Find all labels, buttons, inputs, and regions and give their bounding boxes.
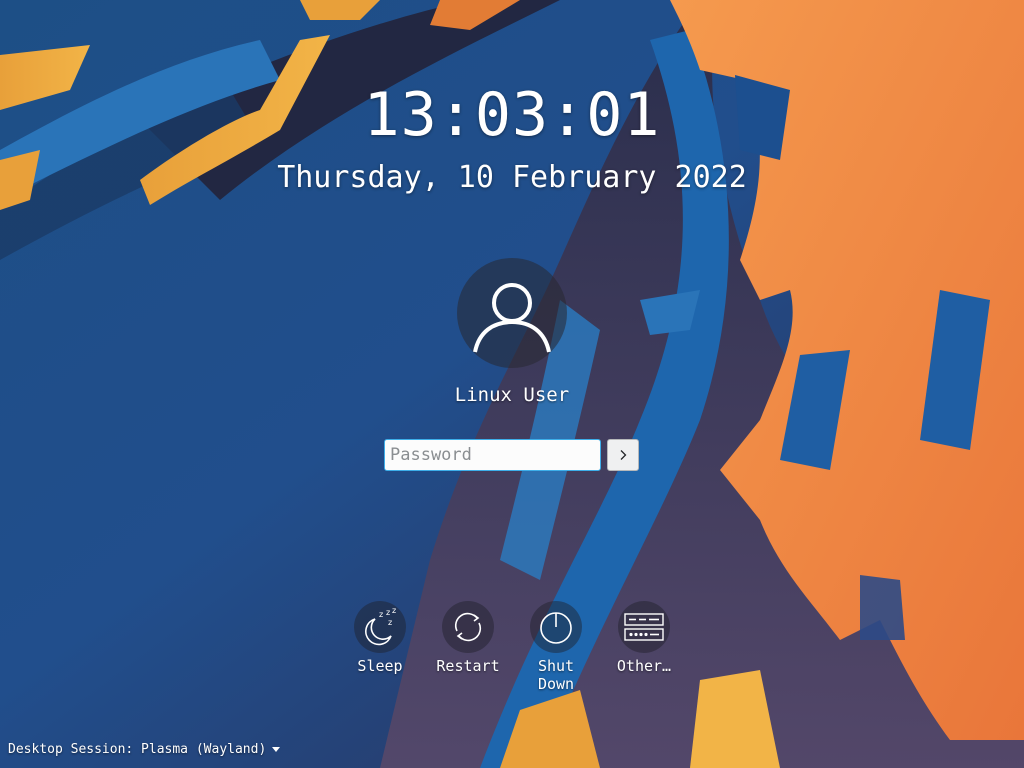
user-avatar-icon bbox=[473, 283, 551, 353]
svg-text:z: z bbox=[379, 610, 383, 619]
password-input[interactable] bbox=[384, 439, 601, 471]
clock-date: Thursday, 10 February 2022 bbox=[277, 160, 747, 195]
shutdown-label: Shut Down bbox=[537, 657, 575, 693]
session-label: Desktop Session: Plasma (Wayland) bbox=[8, 742, 267, 757]
user-avatar bbox=[457, 258, 567, 368]
chevron-right-icon bbox=[620, 450, 627, 460]
svg-text:z: z bbox=[386, 608, 390, 617]
svg-text:z: z bbox=[392, 607, 396, 615]
restart-icon bbox=[454, 612, 482, 642]
other-label: Other… bbox=[616, 657, 672, 675]
login-button[interactable] bbox=[607, 439, 639, 471]
other-options-icon bbox=[624, 613, 664, 641]
restart-button[interactable]: Restart bbox=[428, 601, 508, 675]
power-icon bbox=[540, 612, 572, 644]
clock-time: 13:03:01 bbox=[363, 80, 661, 150]
user-name: Linux User bbox=[454, 384, 570, 406]
restart-label: Restart bbox=[436, 657, 500, 675]
dropdown-arrow-icon bbox=[272, 747, 281, 752]
sleep-button[interactable]: z z z z Sleep bbox=[340, 601, 420, 675]
sleep-label: Sleep bbox=[357, 657, 403, 675]
shutdown-button[interactable]: Shut Down bbox=[516, 601, 596, 693]
session-selector[interactable]: Desktop Session: Plasma (Wayland) bbox=[8, 742, 281, 757]
svg-text:z: z bbox=[388, 618, 392, 627]
sleep-icon: z z z z bbox=[365, 607, 396, 646]
other-button[interactable]: Other… bbox=[604, 601, 684, 675]
